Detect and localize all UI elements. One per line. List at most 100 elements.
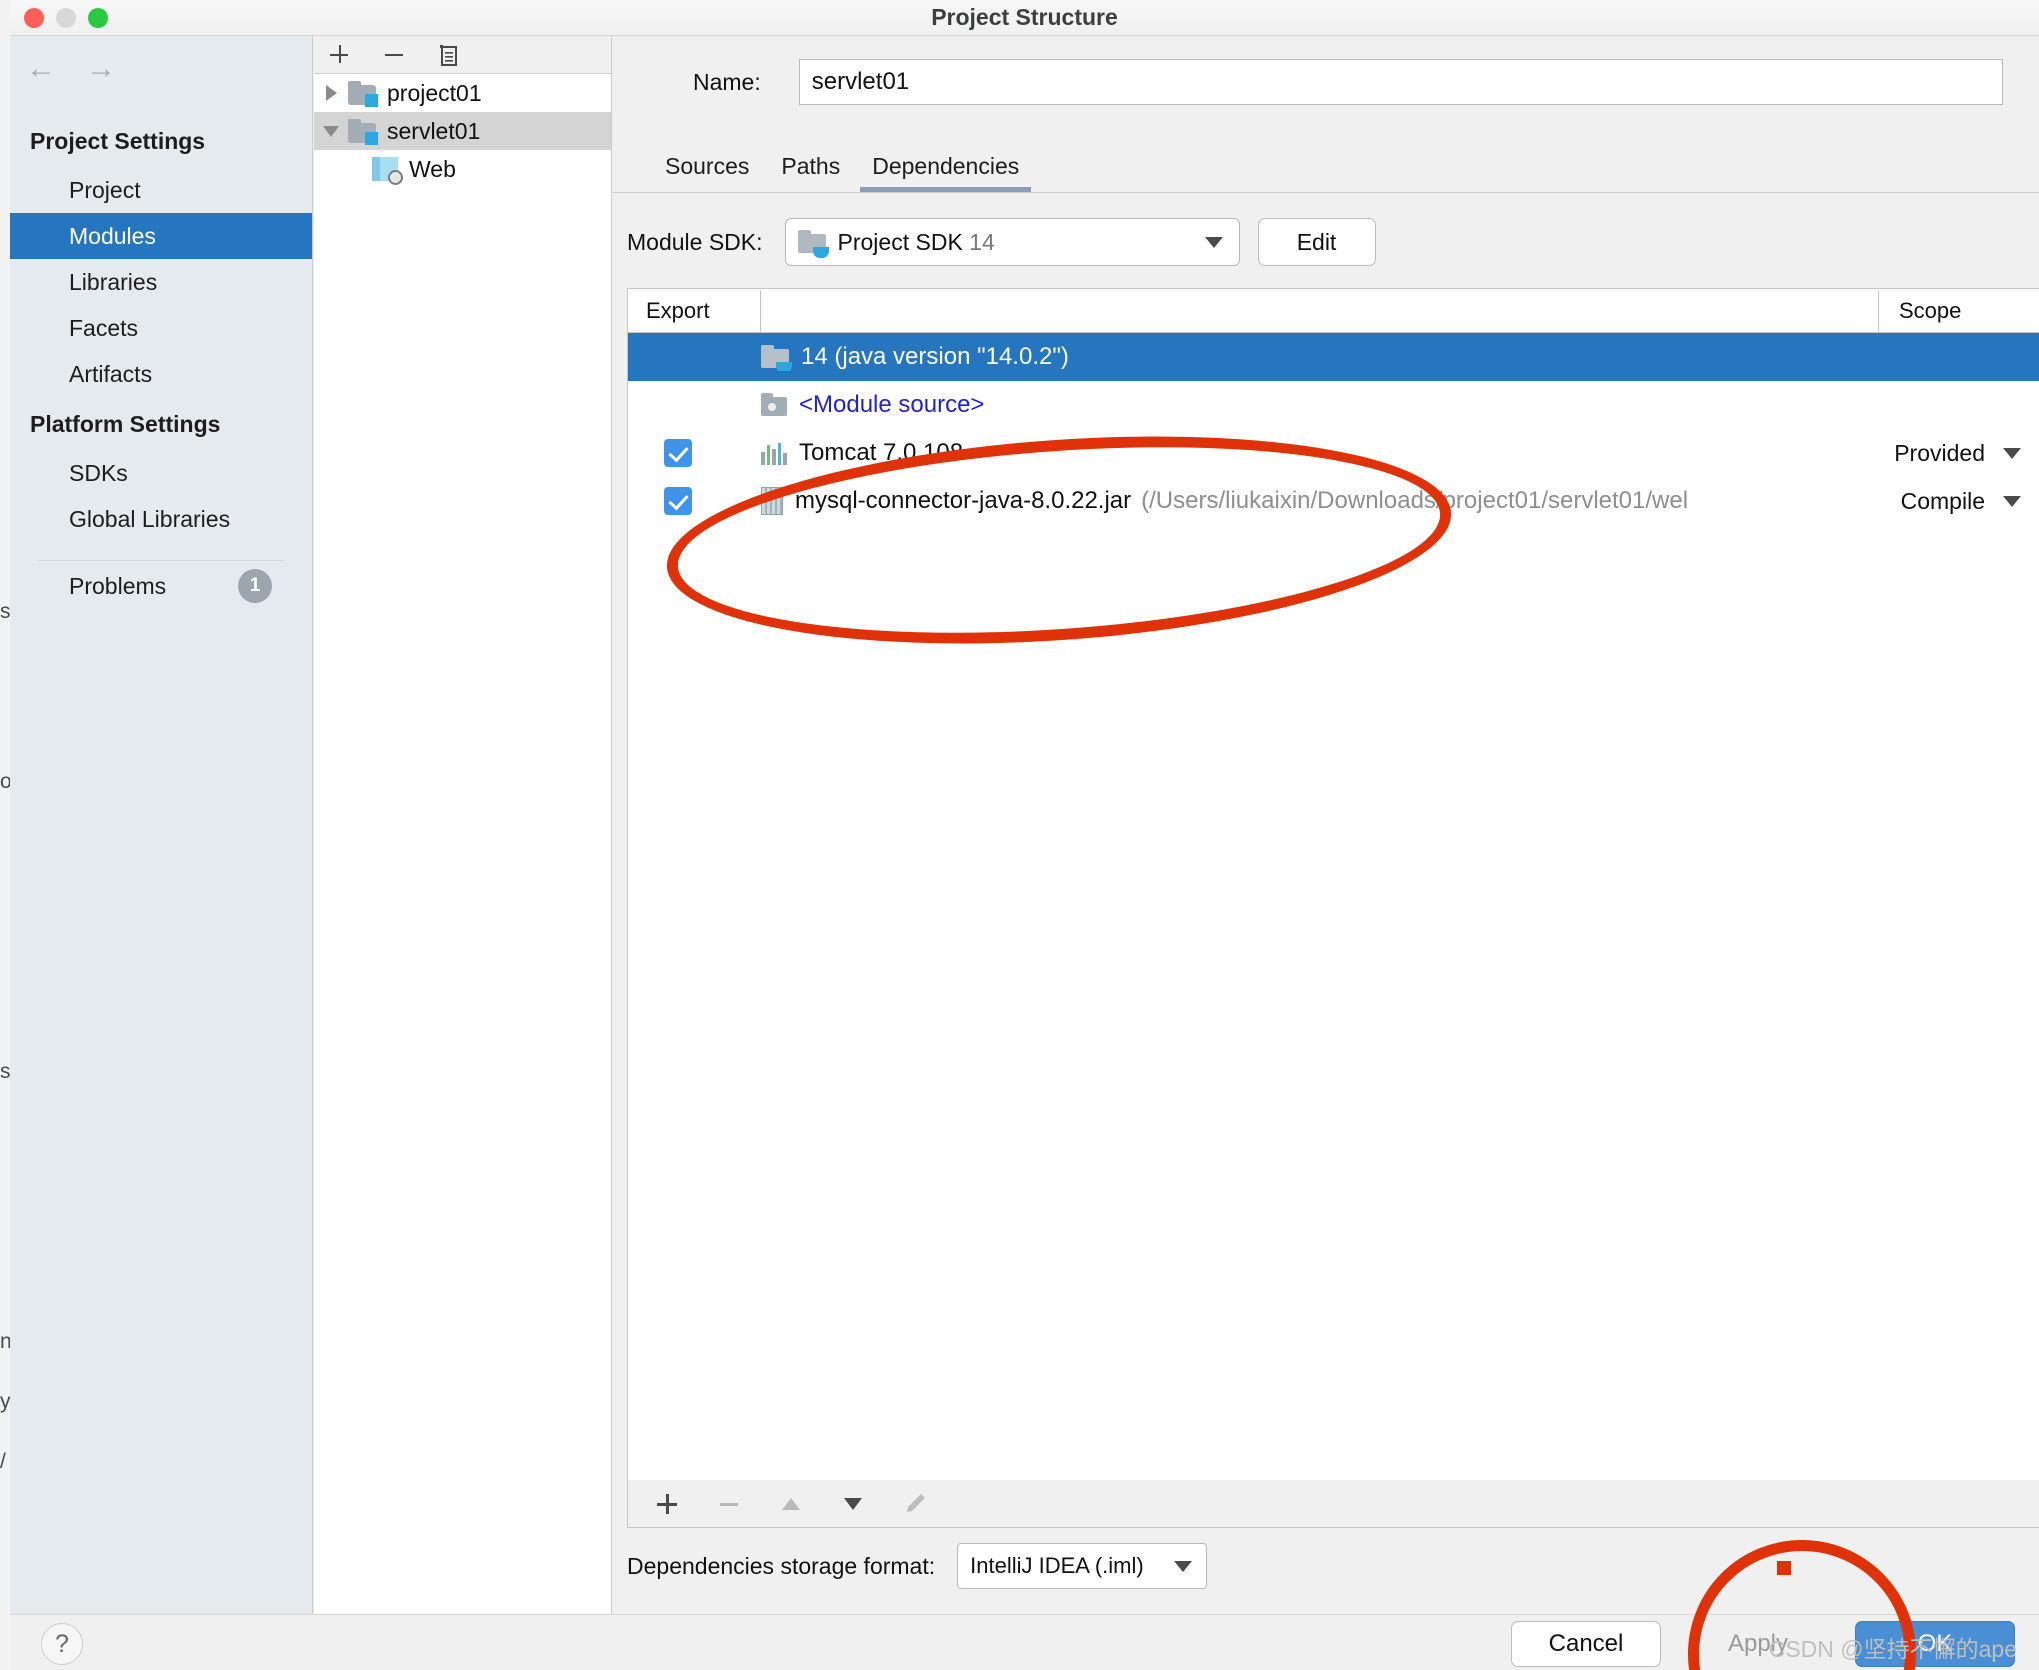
sidebar-section-platform-settings: Platform Settings (30, 411, 221, 437)
web-facet-icon (372, 156, 403, 185)
dependency-name: mysql-connector-java-8.0.22.jar (795, 487, 1132, 514)
tree-row-label: servlet01 (387, 117, 481, 144)
window-title: Project Structure (931, 4, 1118, 30)
jdk-icon (761, 345, 792, 371)
chevron-down-icon[interactable] (1174, 1560, 1193, 1572)
bleed-glyph: s (0, 600, 10, 623)
chevron-down-icon[interactable] (2003, 495, 2021, 507)
module-name-input[interactable]: servlet01 (798, 59, 2003, 105)
dependency-scope-value: Provided (1894, 439, 1985, 466)
detail-tabs: Sources Paths Dependencies (613, 141, 2039, 193)
storage-format-value: IntelliJ IDEA (.iml) (970, 1553, 1144, 1578)
project-structure-dialog: s o s n y / Project Structure ← → Projec… (0, 0, 2039, 1670)
column-header-scope[interactable]: Scope (1879, 290, 2039, 332)
module-sdk-value: Project SDK (837, 228, 963, 255)
dependency-name: <Module source> (799, 391, 985, 418)
dependency-name-cell: mysql-connector-java-8.0.22.jar (/Users/… (761, 487, 1849, 515)
sidebar-item-global-libraries[interactable]: Global Libraries (10, 496, 312, 542)
module-name-label: Name: (693, 68, 761, 95)
dependency-scope-cell[interactable]: Compile (1849, 488, 2039, 515)
help-button[interactable]: ? (41, 1623, 83, 1665)
library-bars-icon (761, 441, 787, 465)
module-sdk-row: Module SDK: Project SDK 14 Edit (613, 214, 2039, 270)
remove-module-button[interactable] (380, 41, 408, 69)
tree-row-web[interactable]: Web (314, 150, 611, 188)
jar-icon (761, 487, 783, 515)
move-down-button[interactable] (838, 1489, 868, 1519)
storage-format-select[interactable]: IntelliJ IDEA (.iml) (957, 1543, 1208, 1589)
tree-row-servlet01[interactable]: servlet01 (314, 112, 611, 150)
export-checkbox-cell[interactable] (628, 439, 761, 467)
back-arrow-icon[interactable]: ← (26, 54, 56, 84)
sidebar-item-modules[interactable]: Modules (10, 213, 312, 259)
chevron-down-icon[interactable] (2003, 447, 2021, 459)
remove-dependency-button[interactable] (714, 1489, 744, 1519)
sidebar-section-project-settings: Project Settings (30, 128, 206, 154)
tab-sources[interactable]: Sources (649, 153, 765, 192)
module-folder-icon (348, 81, 378, 107)
sidebar-item-sdks[interactable]: SDKs (10, 450, 312, 496)
module-sdk-version: 14 (969, 228, 995, 255)
copy-module-button[interactable] (434, 41, 462, 69)
dependency-path: (/Users/liukaixin/Downloads/project01/se… (1141, 487, 1689, 514)
sidebar-item-project[interactable]: Project (10, 167, 312, 213)
table-row[interactable]: mysql-connector-java-8.0.22.jar (/Users/… (628, 477, 2039, 525)
module-name-row: Name: servlet01 (613, 58, 2039, 106)
move-up-button[interactable] (776, 1489, 806, 1519)
dependency-name-cell: 14 (java version "14.0.2") (761, 343, 1849, 371)
dependencies-table-header: Export Scope (628, 289, 2039, 333)
dependency-name-cell: <Module source> (761, 391, 1849, 419)
module-sdk-select[interactable]: Project SDK 14 (784, 218, 1240, 266)
module-source-icon (761, 393, 789, 417)
module-detail-panel: Name: servlet01 Sources Paths Dependenci… (613, 36, 2039, 1614)
dialog-body: ← → Project Settings Project Modules Lib… (10, 36, 2039, 1670)
column-header-name[interactable] (761, 289, 1879, 332)
module-sdk-label: Module SDK: (627, 228, 763, 255)
tree-row-project01[interactable]: project01 (314, 74, 611, 112)
cancel-button[interactable]: Cancel (1511, 1621, 1661, 1667)
module-tree-rows: project01 servlet01 Web (314, 74, 611, 1614)
sidebar-item-artifacts[interactable]: Artifacts (10, 351, 312, 397)
tab-paths[interactable]: Paths (765, 153, 856, 192)
edit-dependency-button[interactable] (900, 1489, 930, 1519)
expand-arrow-icon[interactable] (314, 85, 348, 101)
dependency-scope-cell[interactable]: Provided (1849, 440, 2039, 467)
module-folder-icon (348, 119, 378, 145)
edit-sdk-button[interactable]: Edit (1257, 218, 1376, 266)
add-module-button[interactable] (326, 41, 354, 69)
jdk-icon (797, 230, 829, 258)
export-checkbox[interactable] (664, 487, 692, 515)
table-row[interactable]: <Module source> (628, 381, 2039, 429)
add-dependency-button[interactable] (652, 1489, 682, 1519)
sidebar-item-libraries[interactable]: Libraries (10, 259, 312, 305)
table-row[interactable]: Tomcat 7.0.108 Provided (628, 429, 2039, 477)
navigation-arrows: ← → (26, 54, 116, 84)
dependencies-table-toolbar (627, 1480, 2039, 1528)
dependency-name: Tomcat 7.0.108 (799, 439, 964, 466)
sidebar-item-facets[interactable]: Facets (10, 305, 312, 351)
export-checkbox[interactable] (664, 439, 692, 467)
storage-format-label: Dependencies storage format: (627, 1552, 936, 1579)
export-checkbox-cell[interactable] (628, 487, 761, 515)
dependency-name: 14 (java version "14.0.2") (801, 343, 1069, 370)
annotation-dot (1777, 1561, 1791, 1575)
tab-dependencies[interactable]: Dependencies (856, 153, 1035, 192)
bleed-glyph: y (0, 1390, 10, 1413)
collapse-arrow-icon[interactable] (314, 125, 348, 137)
background-window-bleed: s o s n y / (0, 0, 10, 1670)
module-tree-panel: project01 servlet01 Web (314, 36, 612, 1614)
watermark: CSDN @坚持不懈的ape (1768, 1636, 2017, 1662)
bleed-glyph: s (0, 1060, 10, 1083)
dialog-footer: ? Cancel Apply OK (10, 1614, 2039, 1670)
bleed-glyph: / (0, 1450, 6, 1473)
bleed-glyph: n (0, 1330, 10, 1353)
forward-arrow-icon[interactable]: → (86, 54, 116, 84)
column-header-export[interactable]: Export (628, 289, 761, 332)
dependency-name-cell: Tomcat 7.0.108 (761, 439, 1849, 467)
chevron-down-icon[interactable] (1204, 236, 1223, 248)
settings-sidebar: ← → Project Settings Project Modules Lib… (10, 36, 313, 1614)
sidebar-item-problems-label: Problems (69, 572, 167, 599)
tree-row-label: project01 (387, 79, 482, 106)
sidebar-item-problems[interactable]: Problems 1 (10, 561, 312, 611)
table-row[interactable]: 14 (java version "14.0.2") (628, 333, 2039, 381)
